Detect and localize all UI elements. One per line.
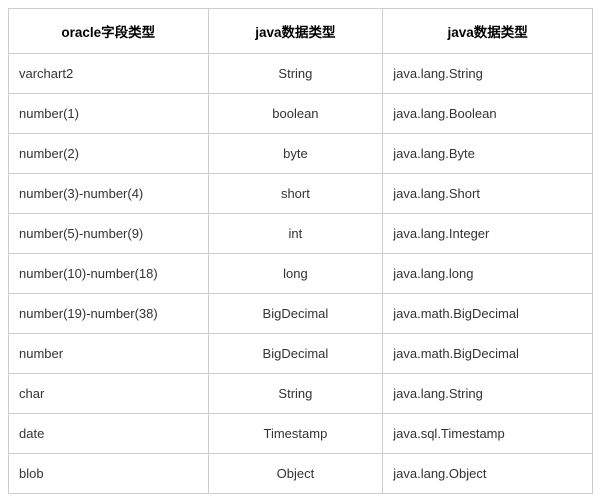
table-row: number(1) boolean java.lang.Boolean <box>9 94 593 134</box>
table-row: number(2) byte java.lang.Byte <box>9 134 593 174</box>
table-row: number(19)-number(38) BigDecimal java.ma… <box>9 294 593 334</box>
cell-oracle-type: number(10)-number(18) <box>9 254 209 294</box>
cell-java-type-1: Timestamp <box>208 414 383 454</box>
cell-java-type-1: short <box>208 174 383 214</box>
cell-java-type-2: java.lang.Byte <box>383 134 593 174</box>
cell-java-type-1: BigDecimal <box>208 294 383 334</box>
type-mapping-table: oracle字段类型 java数据类型 java数据类型 varchart2 S… <box>8 8 593 494</box>
table-header-row: oracle字段类型 java数据类型 java数据类型 <box>9 9 593 54</box>
cell-oracle-type: number <box>9 334 209 374</box>
cell-java-type-1: int <box>208 214 383 254</box>
header-java-type-1: java数据类型 <box>208 9 383 54</box>
cell-java-type-2: java.sql.Timestamp <box>383 414 593 454</box>
cell-java-type-2: java.lang.long <box>383 254 593 294</box>
cell-oracle-type: number(5)-number(9) <box>9 214 209 254</box>
cell-java-type-2: java.lang.String <box>383 54 593 94</box>
cell-java-type-2: java.lang.Integer <box>383 214 593 254</box>
table-row: varchart2 String java.lang.String <box>9 54 593 94</box>
cell-oracle-type: number(2) <box>9 134 209 174</box>
cell-oracle-type: varchart2 <box>9 54 209 94</box>
cell-java-type-1: byte <box>208 134 383 174</box>
cell-oracle-type: date <box>9 414 209 454</box>
cell-java-type-2: java.lang.String <box>383 374 593 414</box>
cell-java-type-2: java.math.BigDecimal <box>383 294 593 334</box>
table-row: char String java.lang.String <box>9 374 593 414</box>
header-oracle-type: oracle字段类型 <box>9 9 209 54</box>
table-body: varchart2 String java.lang.String number… <box>9 54 593 494</box>
cell-oracle-type: number(19)-number(38) <box>9 294 209 334</box>
cell-java-type-2: java.lang.Short <box>383 174 593 214</box>
cell-oracle-type: blob <box>9 454 209 494</box>
cell-java-type-1: String <box>208 374 383 414</box>
table-row: date Timestamp java.sql.Timestamp <box>9 414 593 454</box>
table-row: number BigDecimal java.math.BigDecimal <box>9 334 593 374</box>
cell-oracle-type: number(1) <box>9 94 209 134</box>
table-row: blob Object java.lang.Object <box>9 454 593 494</box>
cell-oracle-type: number(3)-number(4) <box>9 174 209 214</box>
cell-java-type-1: Object <box>208 454 383 494</box>
cell-java-type-1: boolean <box>208 94 383 134</box>
table-row: number(3)-number(4) short java.lang.Shor… <box>9 174 593 214</box>
cell-java-type-2: java.lang.Object <box>383 454 593 494</box>
header-java-type-2: java数据类型 <box>383 9 593 54</box>
cell-java-type-2: java.lang.Boolean <box>383 94 593 134</box>
cell-java-type-2: java.math.BigDecimal <box>383 334 593 374</box>
cell-java-type-1: BigDecimal <box>208 334 383 374</box>
table-row: number(5)-number(9) int java.lang.Intege… <box>9 214 593 254</box>
cell-java-type-1: String <box>208 54 383 94</box>
cell-oracle-type: char <box>9 374 209 414</box>
cell-java-type-1: long <box>208 254 383 294</box>
table-row: number(10)-number(18) long java.lang.lon… <box>9 254 593 294</box>
